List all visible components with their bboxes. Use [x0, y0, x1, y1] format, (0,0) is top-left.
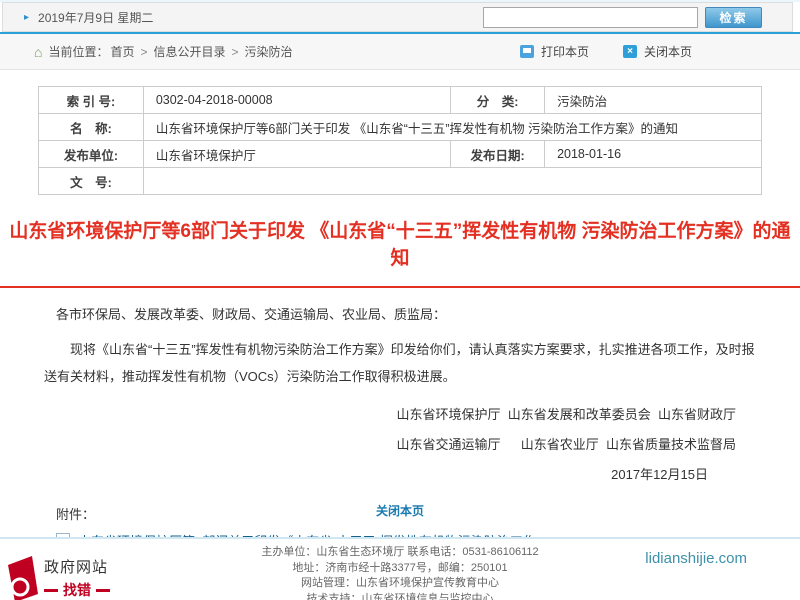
- publisher-label: 发布单位:: [39, 141, 144, 168]
- table-row: 文 号:: [39, 168, 762, 195]
- name-label: 名 称:: [39, 114, 144, 141]
- badge-bar-left: [44, 589, 58, 592]
- close-icon: ×: [623, 45, 637, 58]
- body-paragraph: 现将《山东省“十三五”挥发性有机物污染防治工作方案》印发给你们，请认真落实方案要…: [44, 336, 756, 390]
- print-icon: [520, 45, 534, 58]
- signature-line-1: 山东省环境保护厅 山东省发展和改革委员会 山东省财政厅: [44, 400, 736, 430]
- search-input[interactable]: [483, 7, 698, 28]
- salutation: 各市环保局、发展改革委、财政局、交通运输局、农业局、质监局：: [44, 306, 756, 324]
- breadcrumb-item-info-directory[interactable]: 信息公开目录: [154, 43, 226, 60]
- date-text: 2019年7月9日 星期二: [38, 9, 153, 26]
- document-date: 2017年12月15日: [44, 460, 736, 490]
- gov-badge-text: 政府网站 找错: [44, 556, 110, 600]
- publisher-value: 山东省环境保护厅: [143, 141, 450, 168]
- print-page-link[interactable]: 打印本页: [541, 43, 589, 60]
- index-number-label: 索 引 号:: [39, 87, 144, 114]
- table-row: 索 引 号: 0302-04-2018-00008 分 类: 污染防治: [39, 87, 762, 114]
- table-row: 发布单位: 山东省环境保护厅 发布日期: 2018-01-16: [39, 141, 762, 168]
- close-page-link[interactable]: 关闭本页: [644, 43, 692, 60]
- close-page-center: 关闭本页: [0, 502, 800, 520]
- breadcrumb-prefix: 当前位置：: [48, 43, 108, 60]
- index-number-value: 0302-04-2018-00008: [143, 87, 450, 114]
- publish-date-label: 发布日期:: [451, 141, 545, 168]
- page-actions: 打印本页 × 关闭本页: [520, 43, 692, 60]
- gov-badge-title: 政府网站: [44, 559, 108, 576]
- category-label: 分 类:: [451, 87, 545, 114]
- breadcrumb-separator: >: [232, 45, 239, 59]
- gov-site-error-report-badge[interactable]: 政府网站 找错: [8, 556, 110, 600]
- publish-date-value: 2018-01-16: [545, 141, 762, 168]
- arrow-icon: ▸: [24, 12, 29, 23]
- footer-management: 网站管理：山东省环境保护宣传教育中心: [0, 576, 800, 592]
- search-button[interactable]: 检索: [705, 7, 762, 28]
- doc-number-label: 文 号:: [39, 168, 144, 195]
- name-value: 山东省环境保护厅等6部门关于印发 《山东省“十三五”挥发性有机物 污染防治工作方…: [143, 114, 761, 141]
- footer: 主办单位：山东省生态环境厅 联系电话：0531-86106112 地址：济南市经…: [0, 537, 800, 600]
- close-page-center-link[interactable]: 关闭本页: [376, 504, 424, 518]
- signature-block: 山东省环境保护厅 山东省发展和改革委员会 山东省财政厅 山东省交通运输厅 山东省…: [44, 400, 756, 490]
- badge-bar-right: [96, 589, 110, 592]
- watermark-link[interactable]: lidianshijie.com: [645, 550, 747, 567]
- page: ▸ 2019年7月9日 星期二 检索 ⌂ 当前位置： 首页 > 信息公开目录 >…: [0, 0, 800, 600]
- document-info-table: 索 引 号: 0302-04-2018-00008 分 类: 污染防治 名 称:…: [38, 86, 762, 195]
- signature-line-2: 山东省交通运输厅 山东省农业厅 山东省质量技术监督局: [44, 430, 736, 460]
- footer-support: 技术支持：山东省环境信息与监控中心: [0, 592, 800, 600]
- breadcrumb-item-home[interactable]: 首页: [110, 43, 134, 60]
- breadcrumb-item-pollution-control[interactable]: 污染防治: [245, 43, 293, 60]
- home-icon: ⌂: [34, 44, 42, 60]
- print-page-action[interactable]: 打印本页: [520, 43, 589, 60]
- page-title: 山东省环境保护厅等6部门关于印发 《山东省“十三五”挥发性有机物 污染防治工作方…: [0, 216, 800, 270]
- category-value: 污染防治: [545, 87, 762, 114]
- table-row: 名 称: 山东省环境保护厅等6部门关于印发 《山东省“十三五”挥发性有机物 污染…: [39, 114, 762, 141]
- doc-number-value: [143, 168, 761, 195]
- article-body: 各市环保局、发展改革委、财政局、交通运输局、农业局、质监局： 现将《山东省“十三…: [0, 288, 800, 573]
- top-bar: ▸ 2019年7月9日 星期二 检索: [2, 2, 793, 32]
- gov-badge-icon: [8, 556, 38, 600]
- breadcrumb: ⌂ 当前位置： 首页 > 信息公开目录 > 污染防治: [0, 43, 295, 60]
- search-area: 检索: [483, 7, 762, 28]
- close-page-action[interactable]: × 关闭本页: [623, 43, 692, 60]
- breadcrumb-separator: >: [141, 45, 148, 59]
- gov-badge-subtitle: 找错: [44, 580, 110, 600]
- date-display: ▸ 2019年7月9日 星期二: [3, 9, 153, 26]
- breadcrumb-bar: ⌂ 当前位置： 首页 > 信息公开目录 > 污染防治 打印本页 × 关闭本页: [0, 32, 800, 70]
